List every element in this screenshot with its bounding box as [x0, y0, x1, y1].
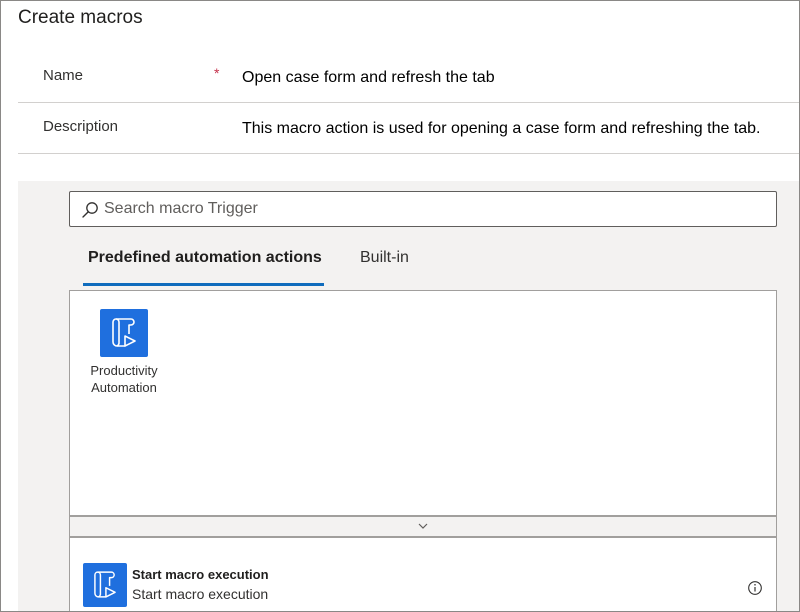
page-title: Create macros [18, 7, 143, 28]
connector-label: Productivity Automation [90, 363, 158, 395]
macro-script-icon [100, 309, 148, 357]
start-macro-execution-card[interactable]: Start macro execution Start macro execut… [69, 537, 777, 611]
connector-panel: Productivity Automation [69, 290, 777, 516]
connector-productivity-automation[interactable]: Productivity Automation [84, 309, 164, 396]
search-icon [82, 202, 98, 218]
macro-designer: Predefined automation actions Built-in P… [18, 181, 799, 611]
create-macros-window: Create macros Name * Open case form and … [0, 0, 800, 612]
name-label: Name [43, 67, 84, 84]
trigger-subtitle: Start macro execution [132, 586, 269, 602]
description-row: Description This macro action is used fo… [18, 103, 799, 154]
required-marker: * [214, 65, 220, 81]
name-row: Name * Open case form and refresh the ta… [18, 53, 799, 103]
expand-toggle[interactable] [69, 516, 777, 537]
description-label: Description [43, 118, 119, 135]
description-field[interactable]: This macro action is used for opening a … [242, 120, 761, 138]
tab-built-in[interactable]: Built-in [360, 249, 409, 267]
chevron-down-icon [418, 523, 428, 529]
info-icon[interactable] [747, 580, 763, 596]
search-input[interactable] [104, 192, 764, 226]
selected-tab-indicator [83, 283, 324, 286]
tab-predefined-automation-actions[interactable]: Predefined automation actions [88, 249, 322, 267]
name-field[interactable]: Open case form and refresh the tab [242, 69, 495, 87]
trigger-title: Start macro execution [132, 567, 269, 582]
search-box[interactable] [69, 191, 777, 227]
macro-script-icon [83, 563, 127, 607]
